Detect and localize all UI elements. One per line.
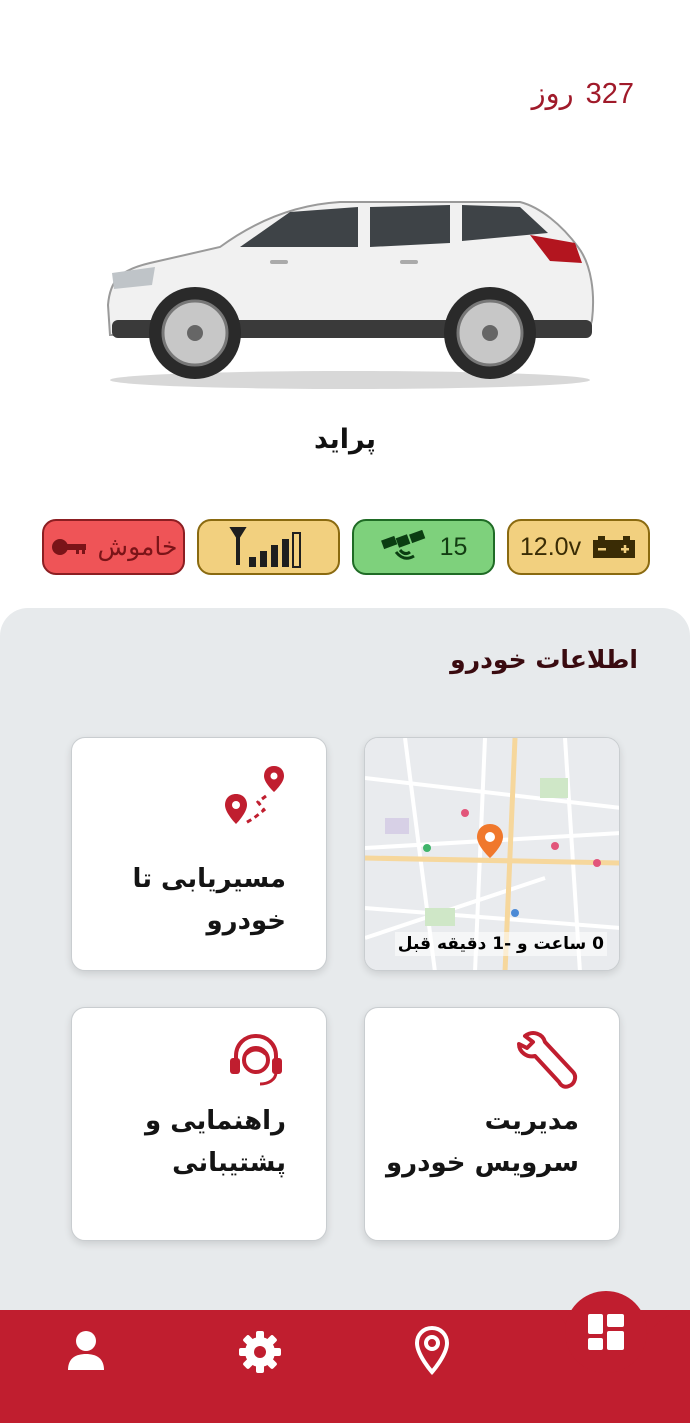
location-icon[interactable] bbox=[414, 1326, 450, 1376]
battery-status-badge[interactable]: 12.0v bbox=[507, 519, 650, 575]
engine-status-label: خاموش bbox=[97, 533, 178, 561]
dashboard-button[interactable] bbox=[565, 1291, 647, 1373]
wrench-icon bbox=[517, 1031, 578, 1089]
dashboard-icon bbox=[588, 1314, 624, 1350]
panel-title: اطلاعات خودرو bbox=[450, 645, 638, 674]
vehicle-name: پراید bbox=[314, 424, 376, 455]
gps-status-badge[interactable]: 15 bbox=[352, 519, 495, 575]
service-card-label: مدیریت سرویس خودرو bbox=[386, 1106, 579, 1178]
signal-status-badge[interactable] bbox=[197, 519, 340, 575]
days-unit: روز bbox=[531, 78, 574, 110]
battery-voltage: 12.0v bbox=[519, 532, 582, 561]
key-icon bbox=[51, 539, 86, 555]
map-card[interactable]: 0 ساعت و -1 دقیقه قبل bbox=[364, 737, 620, 971]
profile-icon[interactable] bbox=[66, 1330, 106, 1372]
subscription-days: 327 روز bbox=[532, 76, 634, 111]
battery-icon bbox=[593, 536, 636, 558]
help-support-card[interactable]: راهنمایی و پشتیبانی bbox=[71, 1007, 327, 1241]
gps-satellite-count: 15 bbox=[439, 532, 468, 561]
map-pin-icon bbox=[477, 824, 503, 858]
support-card-label: راهنمایی و پشتیبانی bbox=[145, 1106, 286, 1178]
service-management-card[interactable]: مدیریت سرویس خودرو bbox=[364, 1007, 620, 1241]
headset-icon bbox=[230, 1034, 282, 1086]
car-image bbox=[106, 201, 595, 389]
route-to-car-card[interactable]: مسیریابی تا خودرو bbox=[71, 737, 327, 971]
last-update-caption: 0 ساعت و -1 دقیقه قبل bbox=[394, 932, 607, 956]
satellite-icon bbox=[380, 530, 425, 560]
route-icon bbox=[225, 766, 284, 826]
days-value: 327 bbox=[585, 78, 634, 110]
route-card-label: مسیریابی تا خودرو bbox=[132, 864, 286, 936]
status-bar: خاموش 15 12.0v bbox=[42, 519, 652, 577]
engine-status-badge[interactable]: خاموش bbox=[42, 519, 185, 575]
signal-bars-icon bbox=[228, 527, 301, 568]
settings-icon[interactable] bbox=[238, 1330, 282, 1374]
